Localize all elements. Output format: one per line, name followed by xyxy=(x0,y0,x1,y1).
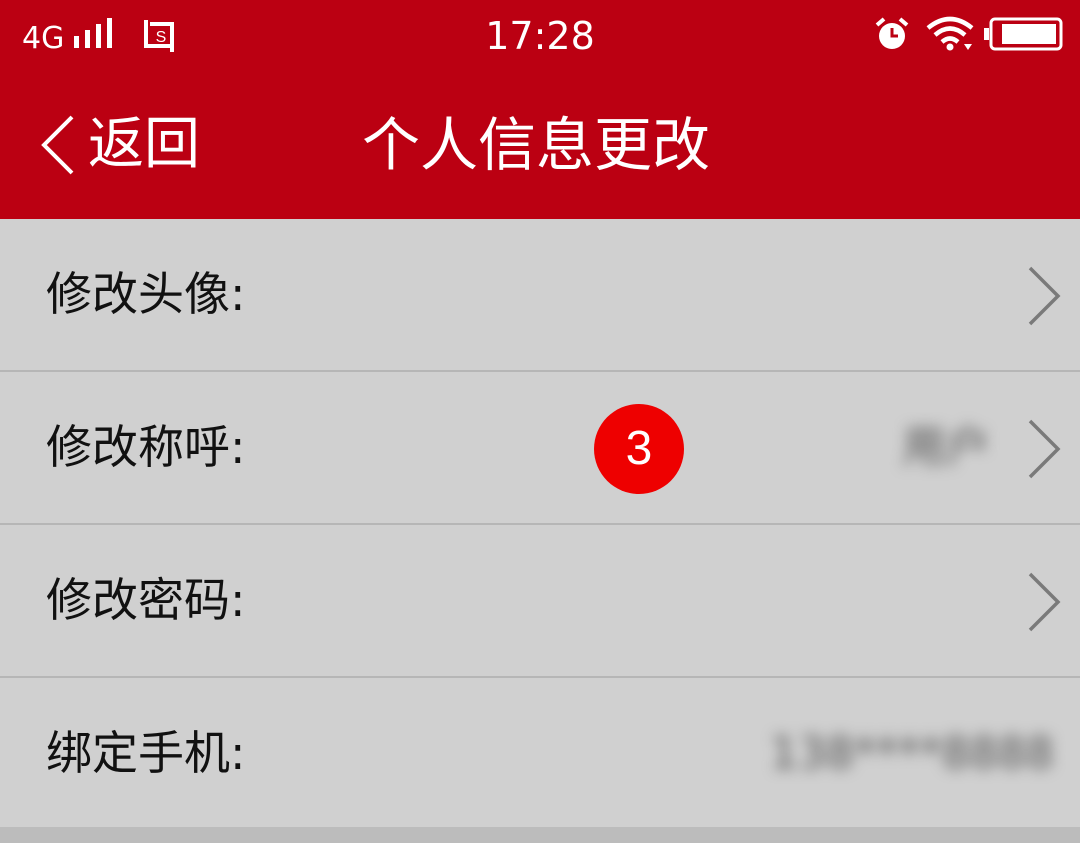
alarm-icon xyxy=(875,17,909,49)
app-header: 4G S 17:28 返回 个人信息更改 xyxy=(0,0,1080,219)
back-label: 返回 xyxy=(88,112,200,177)
chevron-right-icon xyxy=(1028,572,1061,632)
status-time: 17:28 xyxy=(485,14,595,58)
row-label: 绑定手机: xyxy=(46,726,246,780)
phone-value: 138****8888 xyxy=(770,728,1054,779)
wifi-icon xyxy=(926,16,974,51)
nickname-value: 用户 xyxy=(902,422,990,473)
change-avatar-row[interactable]: 修改头像: xyxy=(0,219,1080,372)
battery-icon xyxy=(984,17,1063,51)
back-chevron-icon xyxy=(41,115,74,175)
chevron-right-icon xyxy=(1028,419,1061,479)
back-button[interactable]: 返回 xyxy=(38,110,200,180)
status-bar: 4G S 17:28 xyxy=(0,0,1080,72)
change-nickname-row[interactable]: 修改称呼: 用户 xyxy=(0,372,1080,525)
change-password-row[interactable]: 修改密码: xyxy=(0,525,1080,678)
step-number-badge: 3 xyxy=(594,404,684,494)
navigation-bar: 返回 个人信息更改 xyxy=(0,72,1080,219)
bind-phone-row[interactable]: 绑定手机: 138****8888 xyxy=(0,678,1080,831)
row-label: 修改头像: xyxy=(46,267,246,321)
row-label: 修改密码: xyxy=(46,573,246,627)
row-label: 修改称呼: xyxy=(46,420,246,474)
chevron-right-icon xyxy=(1028,266,1061,326)
list-bottom-divider xyxy=(0,827,1080,843)
settings-list: 修改头像: 修改称呼: 用户 修改密码: 绑定手机: 138****8888 xyxy=(0,219,1080,831)
page-title: 个人信息更改 xyxy=(362,111,711,179)
